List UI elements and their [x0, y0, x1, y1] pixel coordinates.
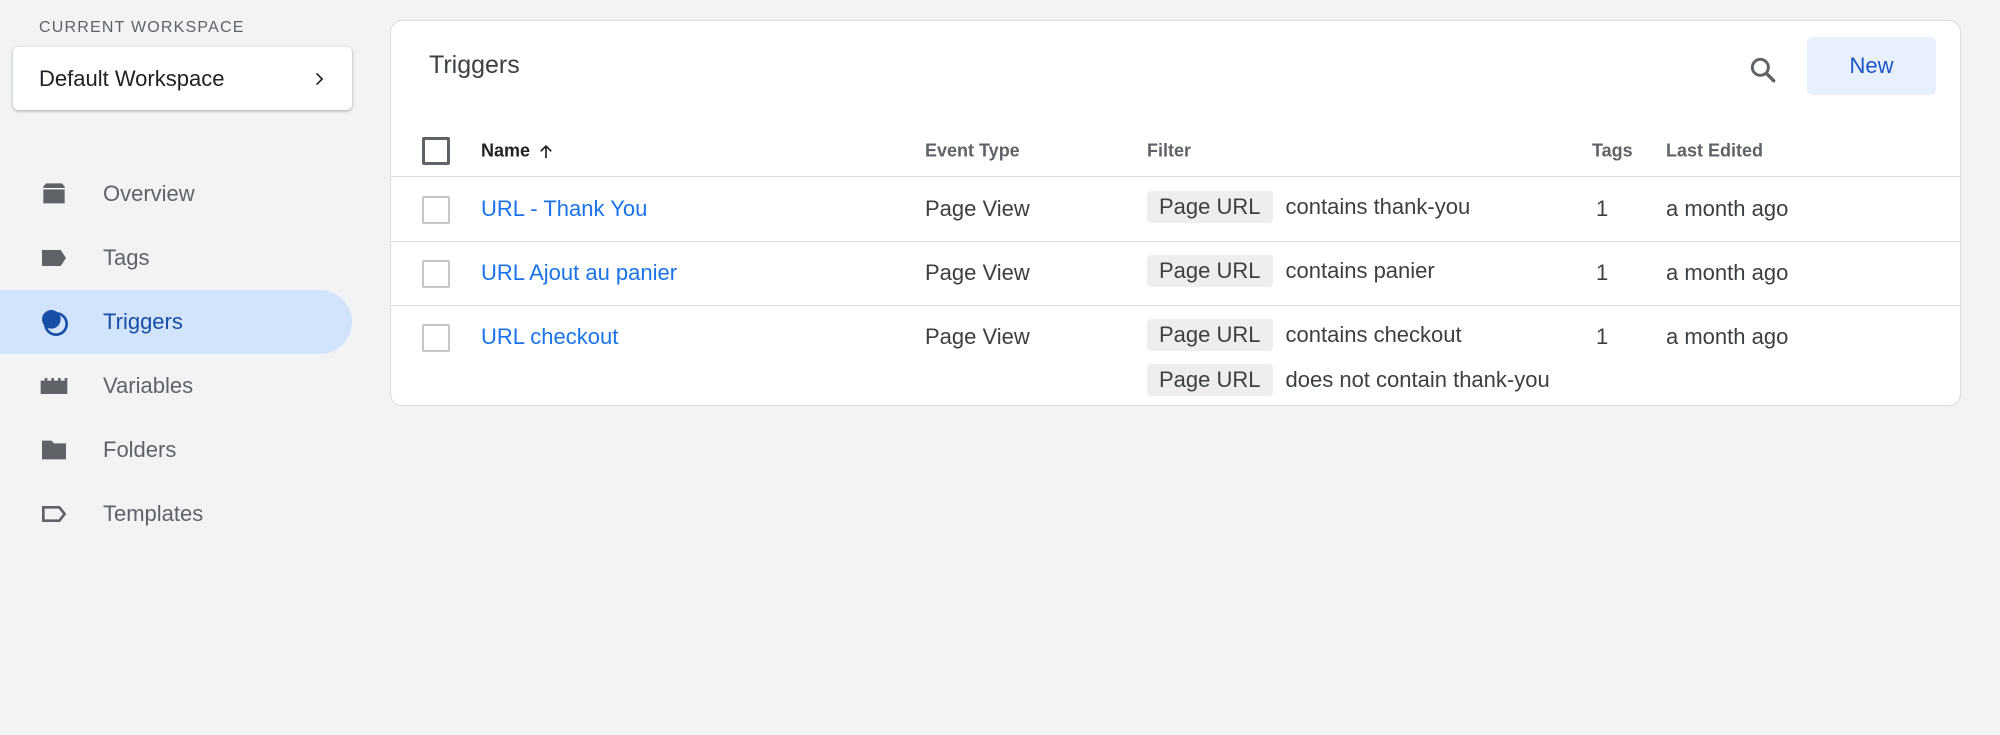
workspace-label: CURRENT WORKSPACE	[39, 19, 245, 36]
table-row: URL Ajout au panier Page View Page URL c…	[391, 242, 1960, 306]
triggers-card: Triggers New Name Event Type Filter Tags…	[390, 20, 1961, 406]
trigger-name-link[interactable]: URL - Thank You	[481, 196, 647, 222]
last-edited: a month ago	[1666, 260, 1789, 285]
filter-condition: Page URL contains thank-you	[1147, 191, 1470, 223]
filter-text: contains checkout	[1285, 322, 1462, 347]
tag-icon	[38, 242, 70, 274]
workspace-selector[interactable]: Default Workspace	[13, 47, 352, 110]
column-header-last-edited[interactable]: Last Edited	[1666, 141, 1763, 162]
last-edited: a month ago	[1666, 324, 1789, 349]
sidebar-item-label: Variables	[103, 373, 194, 398]
filter-condition: Page URL does not contain thank-you	[1147, 364, 1550, 396]
sidebar-item-label: Tags	[103, 245, 150, 270]
filter-text: contains panier	[1285, 258, 1435, 283]
filter-field-chip: Page URL	[1147, 364, 1273, 396]
sidebar-item-label: Overview	[103, 181, 195, 206]
sidebar-item-folders[interactable]: Folders	[0, 418, 352, 482]
sidebar-item-label: Templates	[103, 501, 204, 526]
filter-field-chip: Page URL	[1147, 191, 1273, 223]
workspace-name: Default Workspace	[39, 65, 225, 91]
table-row: URL checkout Page View Page URL contains…	[391, 306, 1960, 406]
folder-icon	[38, 434, 70, 466]
event-type: Page View	[925, 196, 1030, 221]
sidebar-nav: Overview Tags Triggers Variables Folders	[0, 162, 352, 546]
new-trigger-button[interactable]: New	[1807, 37, 1936, 95]
column-header-label: Name	[481, 140, 531, 161]
select-all-checkbox[interactable]	[422, 137, 450, 165]
event-type: Page View	[925, 324, 1030, 349]
search-icon	[1750, 57, 1776, 83]
trigger-name-link[interactable]: URL checkout	[481, 324, 618, 350]
sidebar-item-overview[interactable]: Overview	[0, 162, 352, 226]
column-header-event-type[interactable]: Event Type	[925, 141, 1020, 162]
row-checkbox[interactable]	[422, 260, 450, 288]
filter-text: does not contain thank-you	[1285, 367, 1550, 392]
sidebar-item-label: Folders	[103, 437, 177, 462]
sidebar-item-variables[interactable]: Variables	[0, 354, 352, 418]
chevron-right-icon	[316, 72, 324, 85]
sidebar-item-label: Triggers	[103, 309, 183, 334]
row-checkbox[interactable]	[422, 196, 450, 224]
arrow-up-icon	[540, 144, 552, 158]
table-row: URL - Thank You Page View Page URL conta…	[391, 178, 1960, 242]
last-edited: a month ago	[1666, 196, 1789, 221]
column-header-tags[interactable]: Tags	[1592, 141, 1633, 162]
tags-count: 1	[1596, 324, 1609, 349]
tags-count: 1	[1596, 260, 1609, 285]
filter-condition: Page URL contains panier	[1147, 255, 1435, 287]
filter-field-chip: Page URL	[1147, 319, 1273, 351]
table-header: Name Event Type Filter Tags Last Edited	[391, 121, 1960, 177]
event-type: Page View	[925, 260, 1030, 285]
sidebar-item-templates[interactable]: Templates	[0, 482, 352, 546]
trigger-icon	[38, 306, 70, 338]
filter-condition: Page URL contains checkout	[1147, 319, 1462, 351]
template-icon	[38, 498, 70, 530]
page-title: Triggers	[429, 51, 520, 79]
sidebar-item-tags[interactable]: Tags	[0, 226, 352, 290]
trigger-name-link[interactable]: URL Ajout au panier	[481, 260, 677, 286]
sidebar-item-triggers[interactable]: Triggers	[0, 290, 352, 354]
column-header-filter[interactable]: Filter	[1147, 141, 1191, 162]
filter-text: contains thank-you	[1285, 194, 1471, 219]
search-button[interactable]	[1741, 48, 1785, 92]
filter-field-chip: Page URL	[1147, 255, 1273, 287]
overview-icon	[38, 178, 70, 210]
row-checkbox[interactable]	[422, 324, 450, 352]
tags-count: 1	[1596, 196, 1609, 221]
column-header-name[interactable]: Name	[481, 141, 556, 162]
sidebar: CURRENT WORKSPACE Default Workspace Over…	[0, 0, 352, 735]
variables-icon	[38, 370, 70, 402]
